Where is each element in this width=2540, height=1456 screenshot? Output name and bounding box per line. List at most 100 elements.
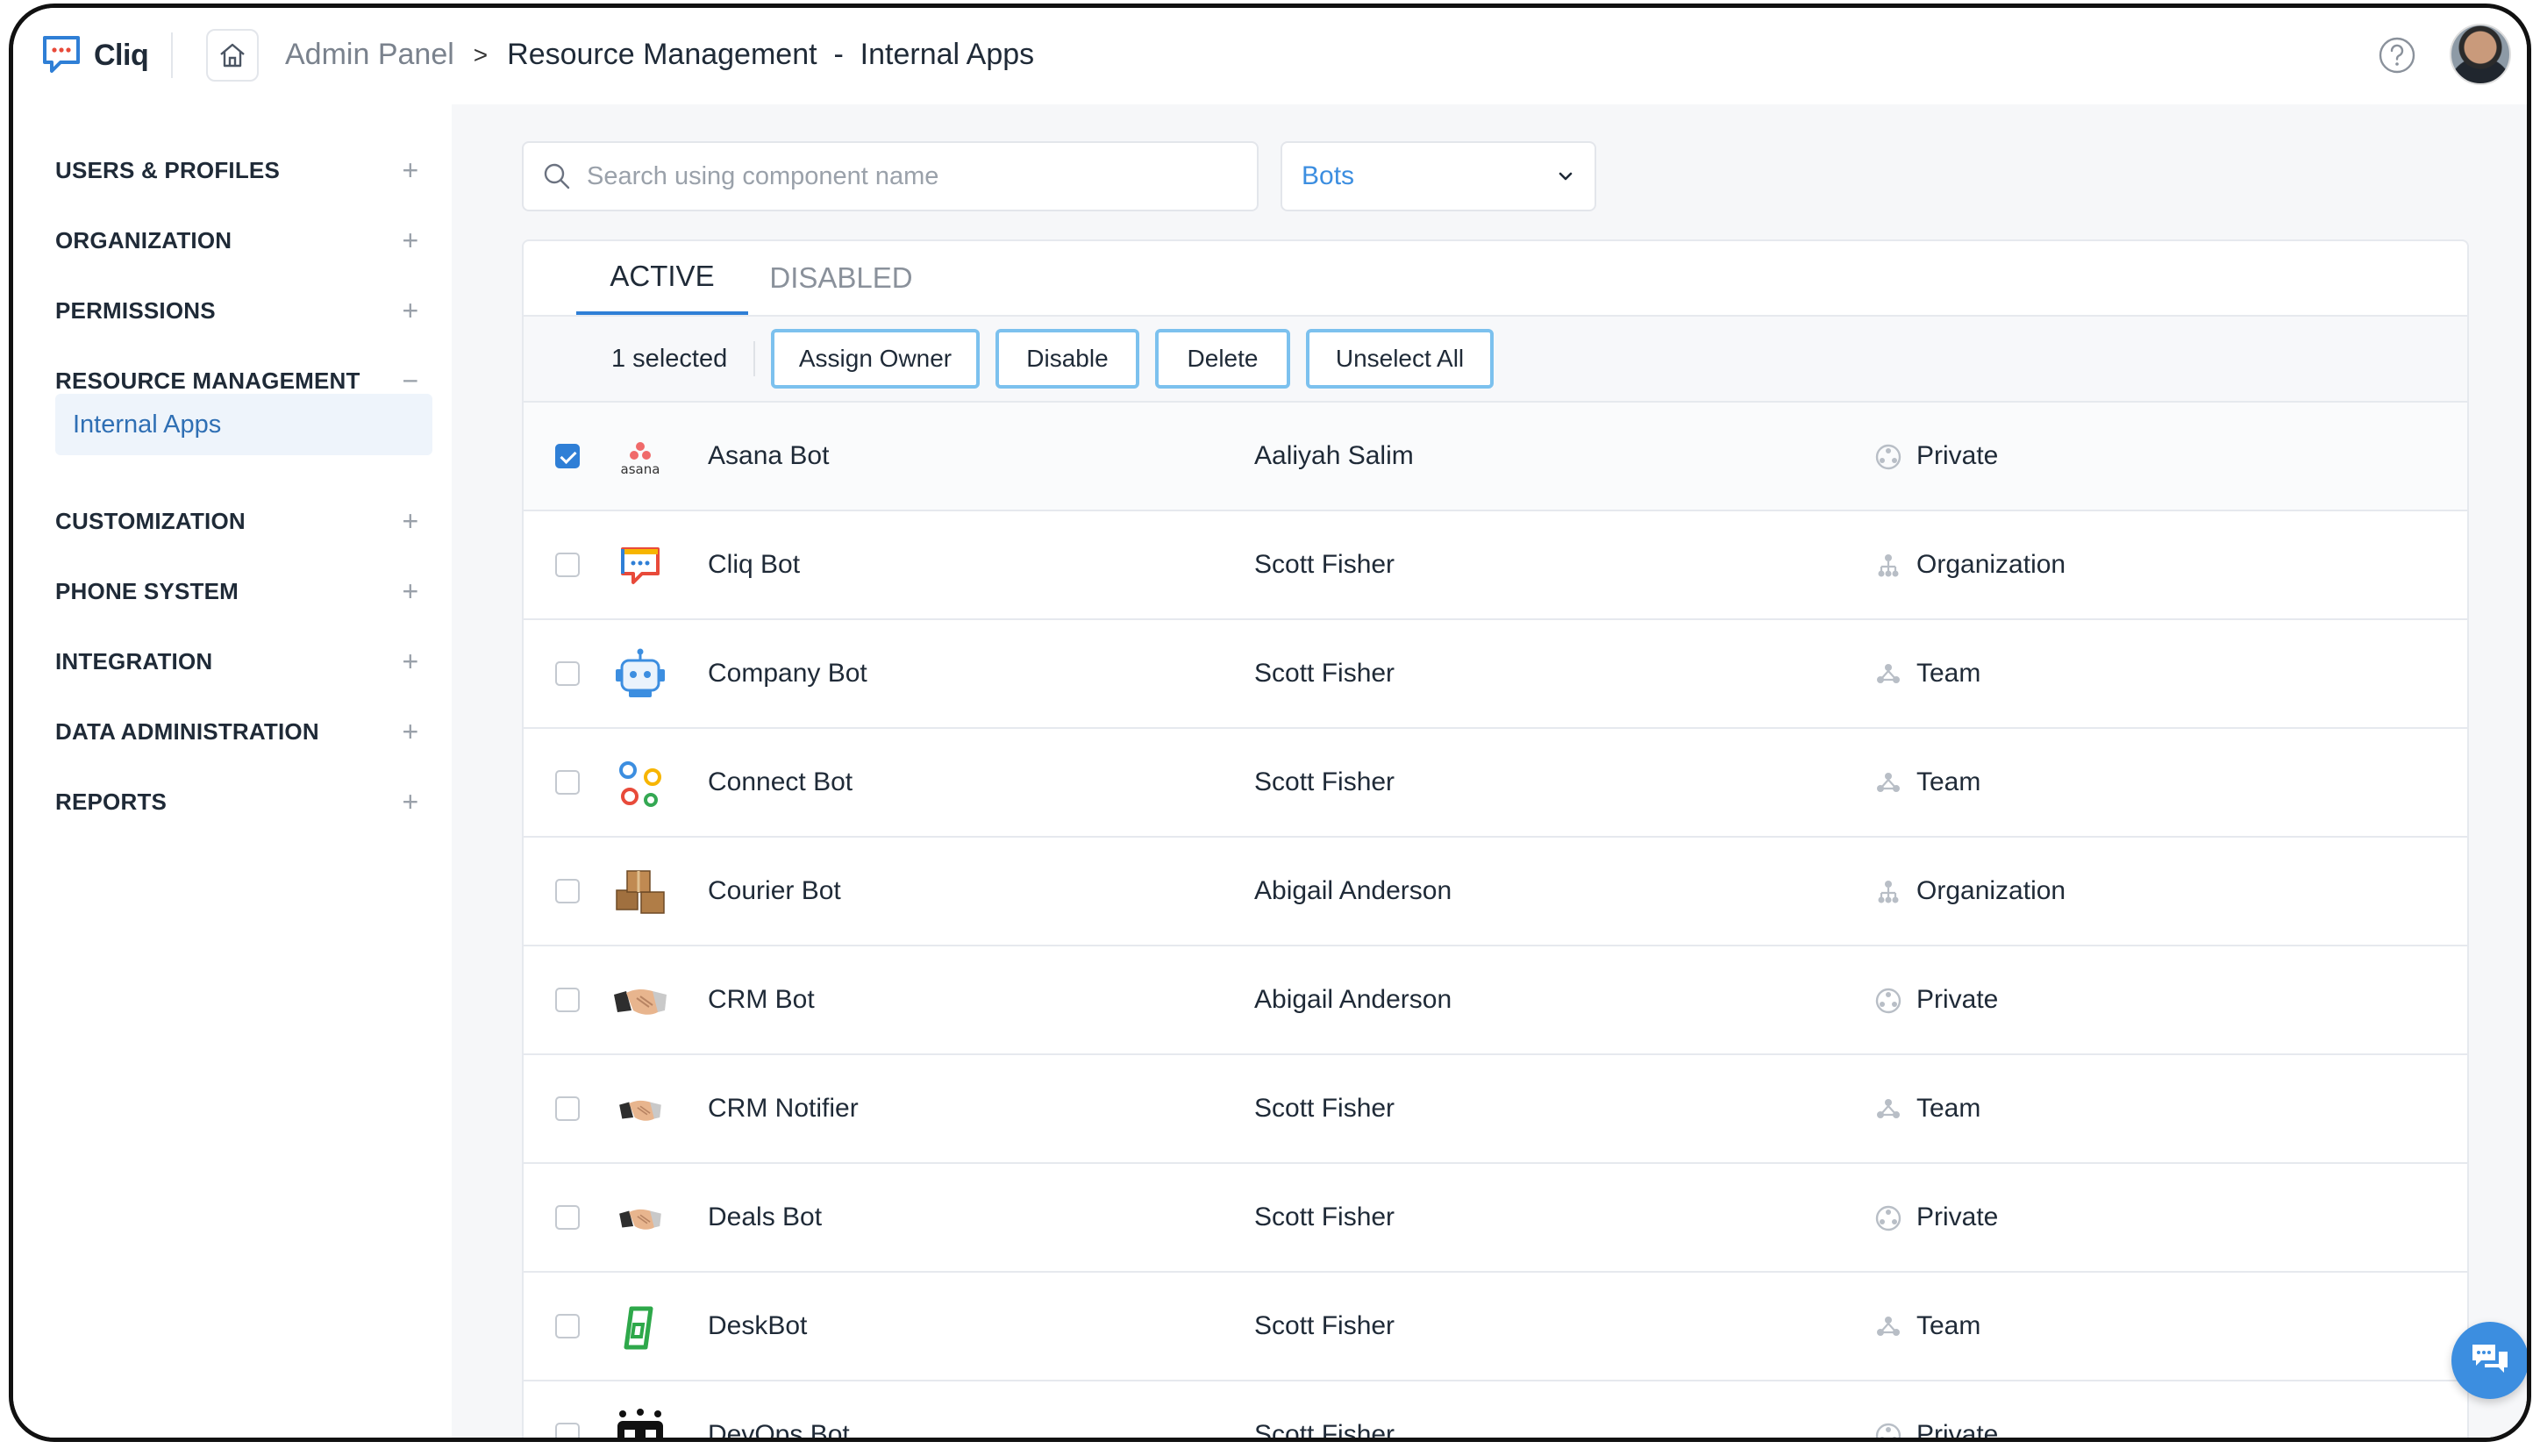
row-checkbox[interactable] [555,879,580,903]
collapse-icon[interactable]: − [397,365,424,397]
sidebar-item-reports[interactable]: REPORTS + [55,780,424,824]
team-scope-icon [1877,664,1900,683]
row-checkbox[interactable] [555,1096,580,1121]
header-divider [171,32,173,78]
app-name[interactable]: DevOps Bot [708,1420,850,1438]
chat-bubbles-icon [2472,1345,2508,1373]
row-checkbox[interactable] [555,770,580,795]
app-owner: Abigail Anderson [1254,985,1452,1014]
boxes-icon [610,862,671,924]
sidebar-item-integration[interactable]: INTEGRATION + [55,639,424,683]
desk-icon [610,1297,671,1359]
row-checkbox[interactable] [555,661,580,686]
row-checkbox[interactable] [555,444,580,468]
sidebar-subitem-internal-apps[interactable]: Internal Apps [55,394,432,455]
app-name[interactable]: Connect Bot [708,767,853,797]
table-row[interactable]: CRM Notifier Scott Fisher Team [524,1055,2467,1164]
table-row[interactable]: Deals Bot Scott Fisher Private [524,1164,2467,1273]
table-row[interactable]: Courier Bot Abigail Anderson Organizatio… [524,838,2467,946]
app-owner: Scott Fisher [1254,550,1395,579]
expand-icon[interactable]: + [397,295,424,327]
app-name[interactable]: CRM Bot [708,985,815,1015]
breadcrumb-separator: > [473,40,489,68]
table-row[interactable]: DevOps Bot Scott Fisher Private [524,1381,2467,1442]
sidebar-item-label: USERS & PROFILES [55,156,281,183]
sidebar-item-permissions[interactable]: PERMISSIONS + [55,289,424,332]
cliq-icon [610,536,671,597]
sidebar-item-customization[interactable]: CUSTOMIZATION + [55,499,424,543]
app-name[interactable]: Deals Bot [708,1203,822,1232]
app-logo[interactable]: Cliq [39,32,149,78]
asana-icon: asana [610,427,671,489]
app-name[interactable]: DeskBot [708,1311,807,1341]
table-row[interactable]: DeskBot Scott Fisher Team [524,1273,2467,1381]
robot-icon [610,645,671,706]
app-name[interactable]: Cliq Bot [708,550,800,580]
app-name: Cliq [94,38,149,72]
disable-button[interactable]: Disable [995,329,1139,389]
private-scope-icon [1875,1205,1901,1231]
chat-launcher-button[interactable] [2451,1322,2527,1399]
breadcrumb-admin-panel[interactable]: Admin Panel [285,38,454,72]
app-name[interactable]: CRM Notifier [708,1094,859,1124]
app-window: Cliq Admin Panel > Resource Management -… [9,4,2531,1442]
expand-icon[interactable]: + [397,646,424,678]
unselect-all-button[interactable]: Unselect All [1306,329,1494,389]
sidebar-item-label: INTEGRATION [55,647,213,674]
search-input[interactable] [585,161,1255,192]
team-scope-icon [1877,1099,1900,1118]
app-name[interactable]: Asana Bot [708,441,829,471]
app-owner: Scott Fisher [1254,767,1395,796]
home-icon [220,43,245,68]
app-scope: Private [1916,441,1999,470]
table-row[interactable]: Company Bot Scott Fisher Team [524,620,2467,729]
delete-button[interactable]: Delete [1155,329,1290,389]
expand-icon[interactable]: + [397,786,424,818]
private-scope-icon [1875,988,1901,1014]
breadcrumb: Admin Panel > Resource Management - Inte… [285,38,1034,72]
search-icon [544,163,570,189]
app-owner: Aaliyah Salim [1254,441,1414,470]
table-row[interactable]: Cliq Bot Scott Fisher Organization [524,511,2467,620]
tab-disabled[interactable]: DISABLED [753,241,929,315]
sidebar-item-organization[interactable]: ORGANIZATION + [55,218,424,262]
row-checkbox[interactable] [555,1423,580,1438]
private-scope-icon [1875,444,1901,470]
row-checkbox[interactable] [555,1205,580,1230]
app-scope: Team [1916,1311,1981,1340]
component-type-select[interactable]: Bots [1281,141,1596,211]
handshake-icon [610,971,671,1032]
sidebar-item-label: CUSTOMIZATION [55,507,246,534]
row-checkbox[interactable] [555,553,580,577]
sidebar-item-label: ORGANIZATION [55,226,232,253]
sidebar-item-users-profiles[interactable]: USERS & PROFILES + [55,148,424,192]
app-owner: Scott Fisher [1254,1420,1395,1442]
sidebar-item-label: REPORTS [55,788,168,815]
sidebar-item-label: DATA ADMINISTRATION [55,717,319,745]
table-row[interactable]: CRM Bot Abigail Anderson Private [524,946,2467,1055]
app-scope: Team [1916,1094,1981,1123]
sidebar-item-phone-system[interactable]: PHONE SYSTEM + [55,569,424,613]
private-scope-icon [1875,1423,1901,1438]
app-scope: Organization [1916,876,2066,905]
expand-icon[interactable]: + [397,154,424,187]
tab-active[interactable]: ACTIVE [576,241,748,315]
sidebar-item-data-administration[interactable]: DATA ADMINISTRATION + [55,710,424,753]
app-name[interactable]: Courier Bot [708,876,841,906]
assign-owner-button[interactable]: Assign Owner [771,329,980,389]
help-button[interactable] [2378,36,2416,79]
expand-icon[interactable]: + [397,716,424,748]
table-row[interactable]: Connect Bot Scott Fisher Team [524,729,2467,838]
expand-icon[interactable]: + [397,505,424,538]
home-button[interactable] [206,29,259,82]
user-avatar[interactable] [2450,24,2511,85]
row-checkbox[interactable] [555,988,580,1012]
expand-icon[interactable]: + [397,225,424,257]
app-name[interactable]: Company Bot [708,659,867,689]
row-checkbox[interactable] [555,1314,580,1338]
expand-icon[interactable]: + [397,575,424,608]
app-owner: Scott Fisher [1254,1094,1395,1123]
table-row[interactable]: asana Asana Bot Aaliyah Salim Private [524,403,2467,511]
selected-count: 1 selected [611,345,728,373]
cliq-logo-icon [43,36,80,73]
